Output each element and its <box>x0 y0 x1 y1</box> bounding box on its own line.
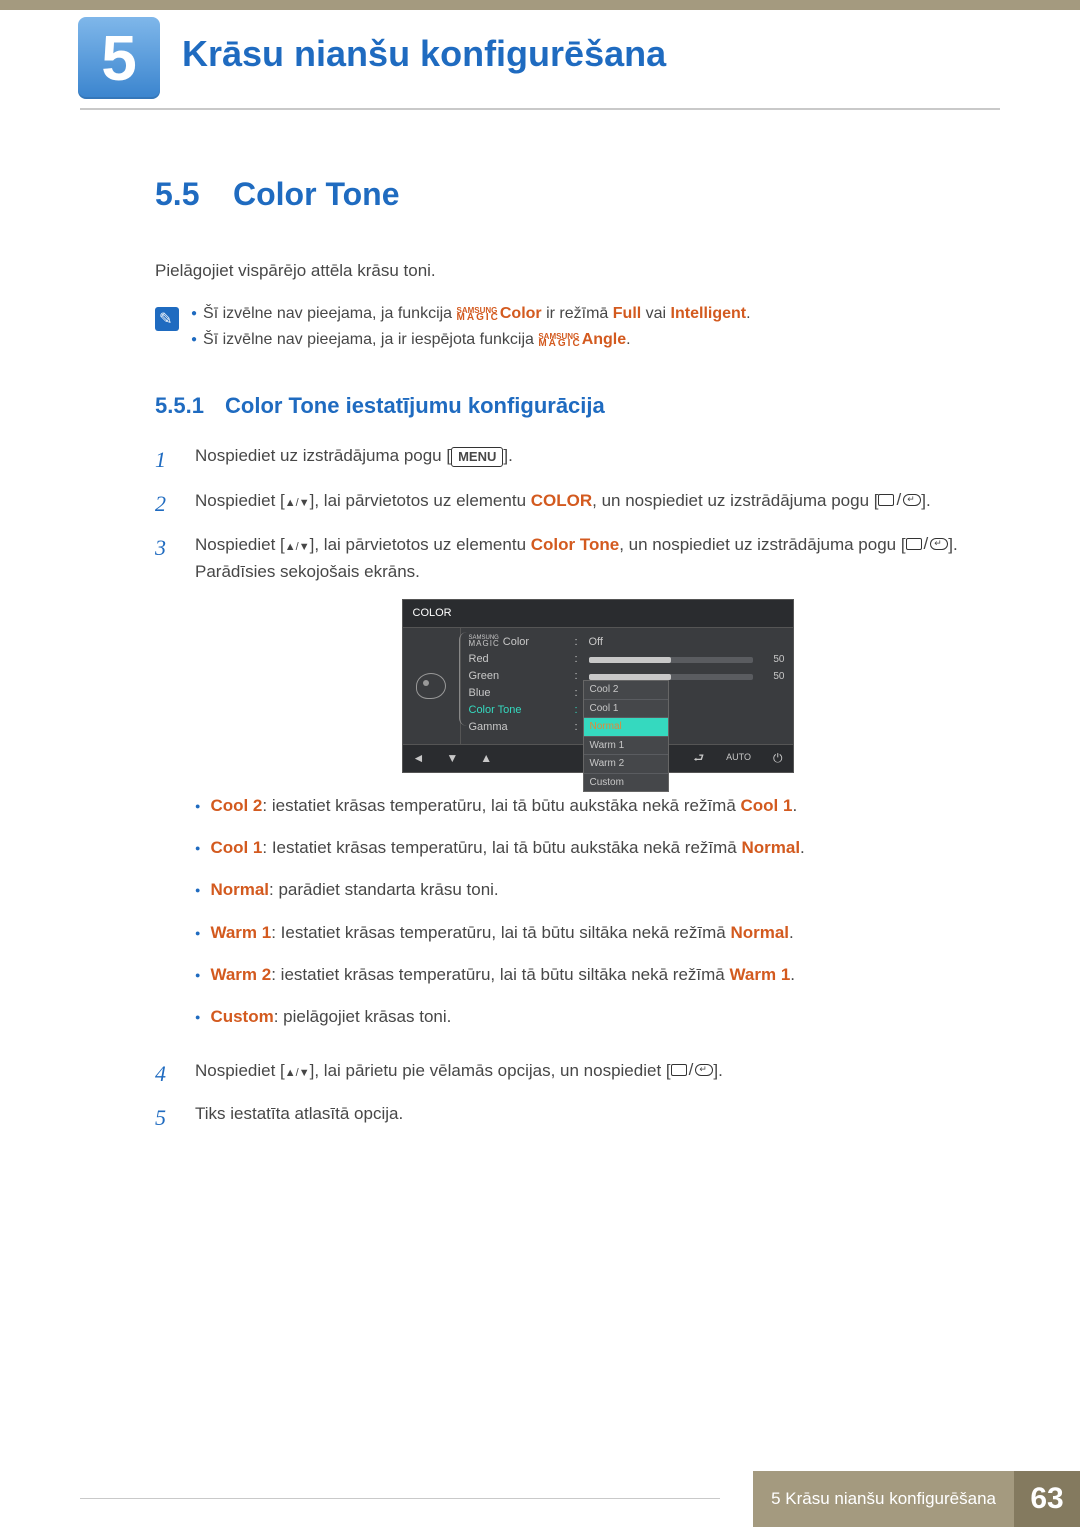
osd-screenshot: COLOR SAMSUNGMAGIC Color : Off <box>402 599 794 773</box>
note-line-1: ●Šī izvēlne nav pieejama, ja funkcija SA… <box>191 305 751 323</box>
osd-row-red: Red : 50 <box>469 651 785 668</box>
step-number: 2 <box>155 487 177 521</box>
samsung-magic-label: SAMSUNGMAGIC <box>469 637 500 648</box>
option-bullets: ●Cool 2: iestatiet krāsas temperatūru, l… <box>195 793 1000 1031</box>
subsection-number: 5.5.1 <box>155 393 225 419</box>
osd-auto-label: AUTO <box>726 751 751 765</box>
samsung-magic-label: SAMSUNGMAGIC <box>457 308 500 321</box>
osd-title: COLOR <box>403 600 793 628</box>
step-number: 1 <box>155 443 177 477</box>
step-4: 4 Nospiediet [], lai pārietu pie vēlamās… <box>155 1057 1000 1091</box>
palette-icon <box>416 673 446 699</box>
select-enter-icon: / <box>906 531 949 557</box>
up-down-icon <box>285 491 310 510</box>
step-3: 3 Nospiediet [], lai pārvietotos uz elem… <box>155 531 1000 1047</box>
osd-enter-icon: ⮐ <box>693 749 704 768</box>
option-warm2: ●Warm 2: iestatiet krāsas temperatūru, l… <box>195 962 1000 988</box>
note-block: ●Šī izvēlne nav pieejama, ja funkcija SA… <box>155 305 1000 357</box>
note-list: ●Šī izvēlne nav pieejama, ja funkcija SA… <box>191 305 751 357</box>
up-down-icon <box>285 1061 310 1080</box>
footer-text: 5 Krāsu nianšu konfigurēšana <box>753 1471 1014 1527</box>
samsung-magic-label: SAMSUNGMAGIC <box>538 334 581 347</box>
option-custom: ●Custom: pielāgojiet krāsas toni. <box>195 1004 1000 1030</box>
option-cool1: ●Cool 1: Iestatiet krāsas temperatūru, l… <box>195 835 1000 861</box>
step-number: 4 <box>155 1057 177 1091</box>
osd-power-icon: ⏻ <box>773 749 783 768</box>
osd-dropdown: Cool 2 Cool 1 Normal Warm 1 Warm 2 Custo… <box>583 680 669 792</box>
subsection-title: Color Tone iestatījumu konfigurācija <box>225 393 605 418</box>
osd-selected-option: Normal <box>584 718 668 737</box>
step-5: 5 Tiks iestatīta atlasītā opcija. <box>155 1101 1000 1135</box>
note-icon <box>155 307 179 331</box>
osd-left-icon: ◄ <box>413 749 425 768</box>
osd-down-icon: ▼ <box>446 749 458 768</box>
osd-up-icon: ▲ <box>480 749 492 768</box>
step-number: 3 <box>155 531 177 1047</box>
option-cool2: ●Cool 2: iestatiet krāsas temperatūru, l… <box>195 793 1000 819</box>
chapter-number-badge: 5 <box>78 17 160 99</box>
page-footer: 5 Krāsu nianšu konfigurēšana 63 <box>0 1471 1080 1527</box>
option-normal: ●Normal: parādiet standarta krāsu toni. <box>195 877 1000 903</box>
subsection-heading: 5.5.1Color Tone iestatījumu konfigurācij… <box>155 393 1000 419</box>
steps: 1 Nospiediet uz izstrādājuma pogu [MENU]… <box>155 443 1000 1135</box>
option-warm1: ●Warm 1: Iestatiet krāsas temperatūru, l… <box>195 920 1000 946</box>
up-down-icon <box>285 535 310 554</box>
footer-rule <box>80 1498 720 1499</box>
step-2: 2 Nospiediet [], lai pārvietotos uz elem… <box>155 487 1000 521</box>
page-header: 5 Krāsu nianšu konfigurēšana <box>0 0 1080 22</box>
osd-row-magic: SAMSUNGMAGIC Color : Off <box>469 634 785 651</box>
header-rule <box>80 108 1000 110</box>
chapter-title: Krāsu nianšu konfigurēšana <box>182 33 666 75</box>
select-enter-icon: / <box>878 487 921 513</box>
section-title: Color Tone <box>233 176 400 212</box>
intro-text: Pielāgojiet vispārējo attēla krāsu toni. <box>155 261 1000 281</box>
section-heading: 5.5Color Tone <box>155 176 1000 213</box>
step-number: 5 <box>155 1101 177 1135</box>
section-number: 5.5 <box>155 176 233 213</box>
footer-page-number: 63 <box>1014 1471 1080 1527</box>
menu-key: MENU <box>451 447 503 467</box>
content: 5.5Color Tone Pielāgojiet vispārējo attē… <box>155 176 1000 1145</box>
step-1: 1 Nospiediet uz izstrādājuma pogu [MENU]… <box>155 443 1000 477</box>
select-enter-icon: / <box>671 1057 714 1083</box>
note-line-2: ●Šī izvēlne nav pieejama, ja ir iespējot… <box>191 331 751 349</box>
